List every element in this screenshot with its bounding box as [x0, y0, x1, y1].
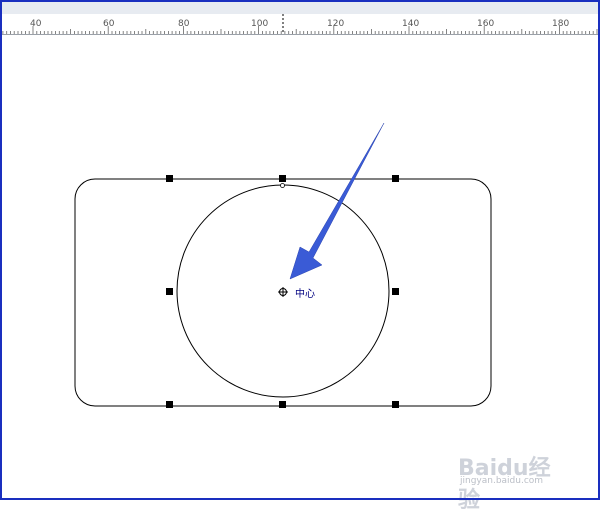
pointer-arrow-icon: [289, 122, 385, 280]
selection-handle-bottom-left[interactable]: [166, 401, 173, 408]
selection-handle-top-left[interactable]: [166, 175, 173, 182]
drawing-canvas[interactable]: [0, 0, 600, 500]
center-label: 中心: [295, 289, 315, 300]
rotation-handle[interactable]: [280, 183, 285, 188]
crosshair-icon[interactable]: [278, 287, 288, 297]
baidu-watermark-logo: Baidu经验 jingyan.baidu.com: [458, 440, 568, 513]
selection-handle-top-center[interactable]: [279, 175, 286, 182]
selection-handle-bottom-right[interactable]: [392, 401, 399, 408]
selection-handle-top-right[interactable]: [392, 175, 399, 182]
selection-handle-bottom-center[interactable]: [279, 401, 286, 408]
watermark-url: jingyan.baidu.com: [460, 476, 544, 486]
selection-handle-middle-right[interactable]: [392, 288, 399, 295]
selection-handle-middle-left[interactable]: [166, 288, 173, 295]
